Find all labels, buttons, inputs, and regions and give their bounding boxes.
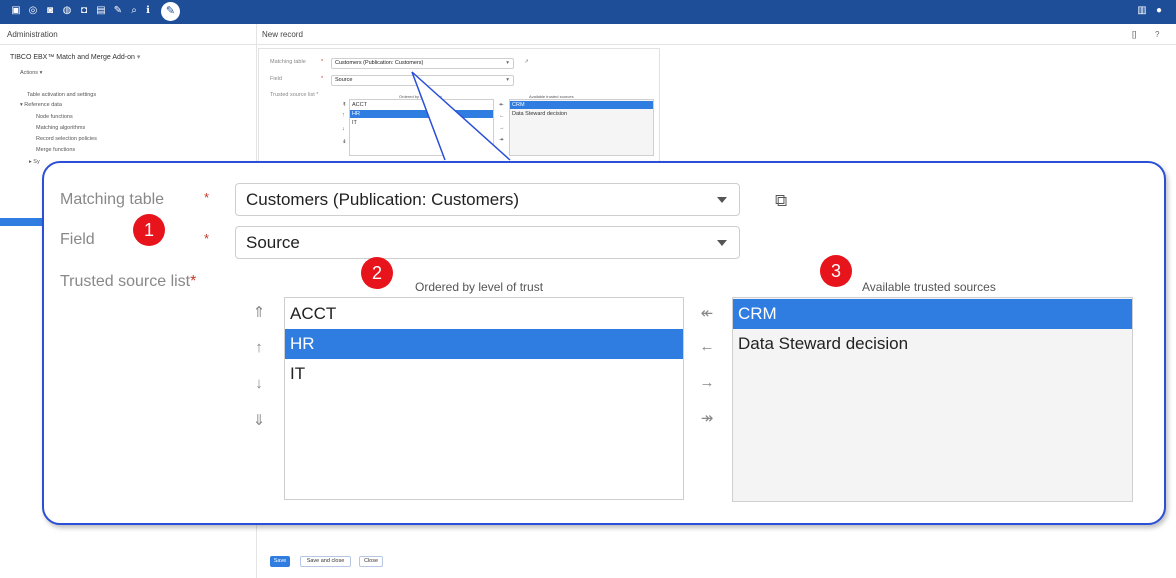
field-select[interactable]: Source <box>235 226 740 259</box>
list-item-acct[interactable]: ACCT <box>285 299 683 329</box>
matching-table-label: Matching table <box>60 191 165 208</box>
list-item-hr-selected[interactable]: HR <box>285 329 683 359</box>
field-label: Field <box>60 231 95 248</box>
required-mark: * <box>204 231 210 246</box>
matching-table-select[interactable]: Customers (Publication: Customers) <box>235 183 740 216</box>
step-badge-2: 2 <box>361 257 393 289</box>
open-link-icon[interactable]: ⧉ <box>775 191 787 211</box>
move-all-right-icon[interactable]: ↠ <box>697 409 717 427</box>
list-item-it[interactable]: IT <box>285 359 683 389</box>
zoomed-form: Matching table * Customers (Publication:… <box>42 161 1166 525</box>
move-top-icon[interactable]: ⇑ <box>249 303 269 321</box>
trusted-source-label: Trusted source list* <box>60 273 197 290</box>
move-bottom-icon[interactable]: ⇓ <box>249 411 269 429</box>
required-mark: * <box>204 190 210 205</box>
move-down-icon[interactable]: ↓ <box>249 375 269 392</box>
move-left-icon[interactable]: ← <box>697 338 717 355</box>
close-button[interactable]: Close <box>359 556 383 567</box>
save-and-close-button[interactable]: Save and close <box>300 556 351 567</box>
step-badge-1: 1 <box>133 214 165 246</box>
list-item-data-steward[interactable]: Data Steward decision <box>733 329 1132 359</box>
list-item-crm-selected[interactable]: CRM <box>733 299 1132 329</box>
available-list-header: Available trusted sources <box>862 280 996 294</box>
ordered-list-header: Ordered by level of trust <box>415 280 544 294</box>
move-all-left-icon[interactable]: ↞ <box>697 304 717 322</box>
move-up-icon[interactable]: ↑ <box>249 339 269 356</box>
save-button[interactable]: Save <box>270 556 290 567</box>
ordered-list[interactable]: ACCT HR IT <box>284 297 684 500</box>
chevron-down-icon <box>717 240 727 246</box>
step-badge-3: 3 <box>820 255 852 287</box>
available-list[interactable]: CRM Data Steward decision <box>732 297 1133 502</box>
move-right-icon[interactable]: → <box>697 374 717 391</box>
chevron-down-icon <box>717 197 727 203</box>
